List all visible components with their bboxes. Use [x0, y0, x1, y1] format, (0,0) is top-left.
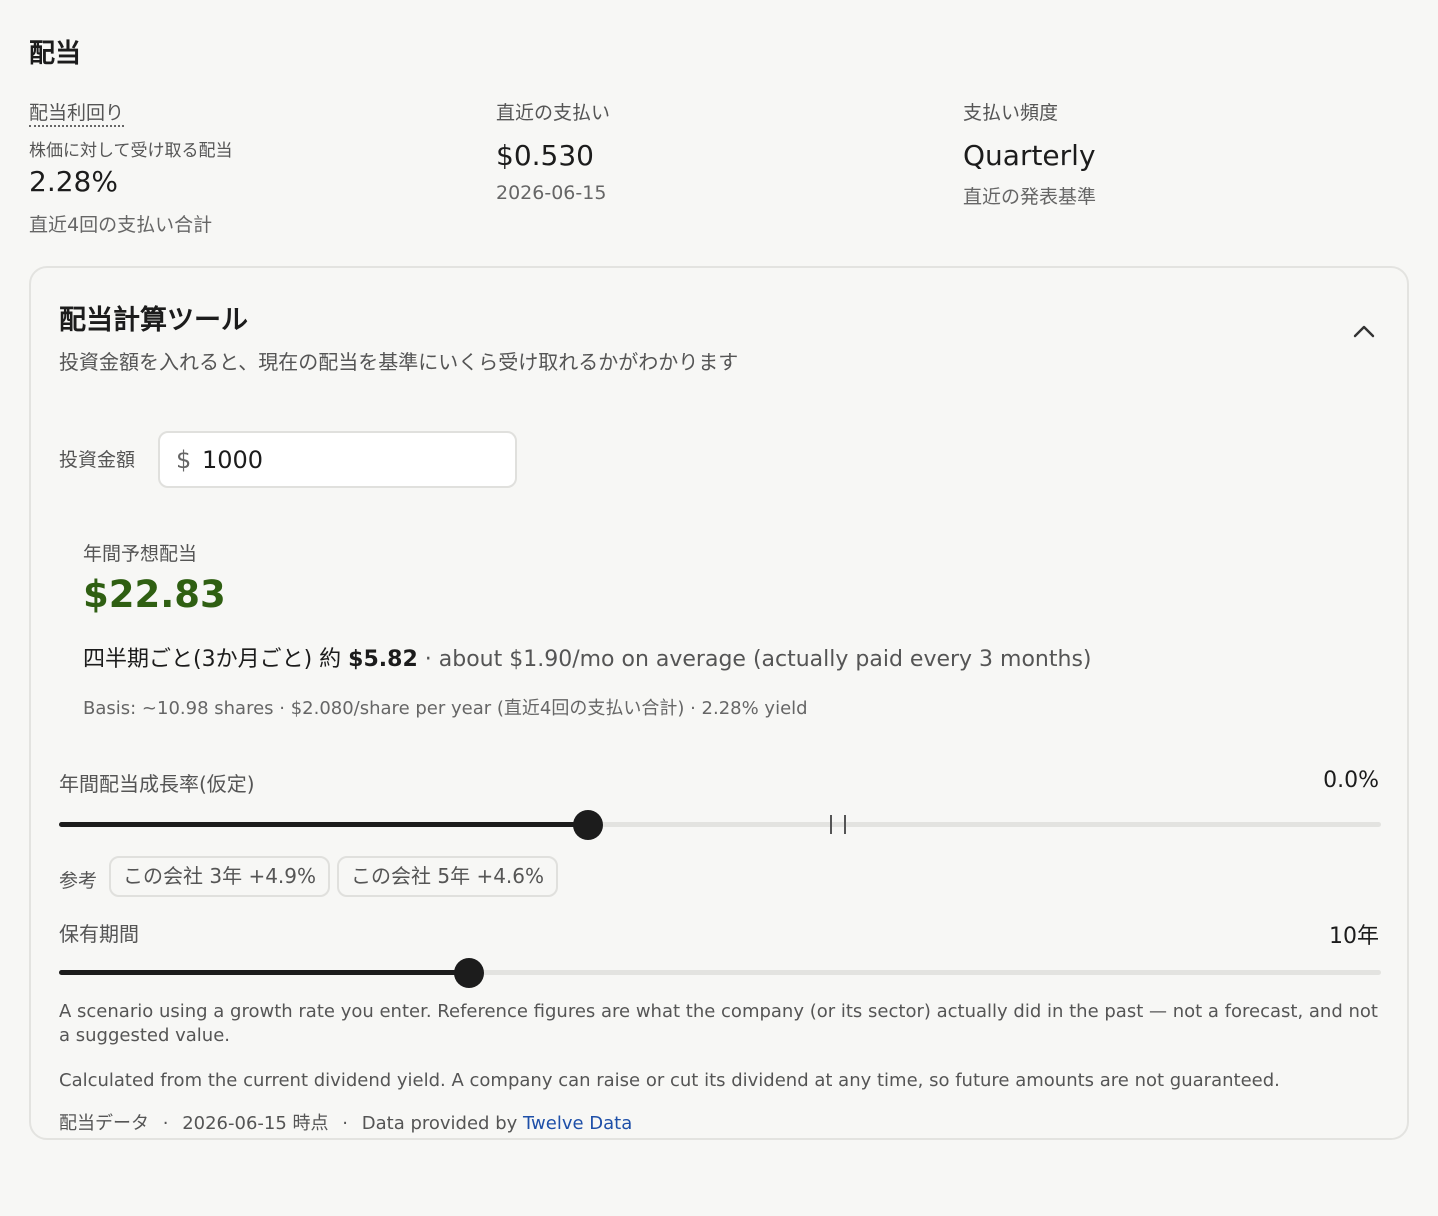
yield-label[interactable]: 配当利回り	[29, 98, 125, 127]
growth-rate-slider-thumb[interactable]	[572, 810, 603, 840]
reference-chip-5y[interactable]: この会社 5年 +4.6%	[337, 856, 559, 897]
scenario-note: A scenario using a growth rate you enter…	[59, 1001, 1378, 1046]
calculator-title[interactable]: 配当計算ツール	[59, 298, 248, 337]
reference-label: 参考	[59, 870, 98, 892]
dividend-calculator-card: 配当計算ツール 投資金額を入れると、現在の配当を基準にいくら受け取れるかがわかり…	[29, 266, 1409, 1140]
growth-rate-slider[interactable]	[59, 810, 1381, 840]
quarterly-suffix: · about $1.90/mo on average (actually pa…	[417, 647, 1092, 672]
footer-source: 配当データ	[59, 1113, 149, 1134]
data-footer: 配当データ · 2026-06-15 時点 · Data provided by…	[59, 1109, 632, 1135]
growth-rate-value: 0.0%	[1323, 768, 1379, 793]
footer-as-of: 2026-06-15 時点	[182, 1113, 329, 1134]
holding-period-slider-thumb[interactable]	[453, 958, 484, 988]
holding-period-value: 10年	[1329, 924, 1379, 949]
latest-payment-label: 直近の支払い	[496, 102, 611, 124]
twelve-data-link[interactable]: Twelve Data	[523, 1113, 632, 1134]
currency-symbol: $	[176, 446, 192, 474]
footer-separator: ·	[342, 1113, 349, 1134]
latest-payment-value: $0.530	[496, 139, 594, 172]
frequency-note: 直近の発表基準	[963, 186, 1097, 208]
growth-rate-label: 年間配当成長率(仮定)	[59, 772, 255, 796]
holding-period-slider[interactable]	[59, 958, 1381, 988]
reference-marker-3y	[830, 815, 832, 834]
frequency-value: Quarterly	[963, 139, 1096, 172]
amount-label: 投資金額	[59, 449, 136, 471]
amount-input[interactable]: $ 1000	[158, 431, 517, 488]
growth-rate-slider-fill	[59, 822, 588, 827]
annual-dividend-label: 年間予想配当	[83, 543, 198, 565]
reference-chip-3y[interactable]: この会社 3年 +4.9%	[109, 856, 331, 897]
annual-dividend-value: $22.83	[83, 573, 226, 616]
calculator-description: 投資金額を入れると、現在の配当を基準にいくら受け取れるかがわかります	[59, 350, 739, 374]
amount-value[interactable]: 1000	[202, 446, 263, 474]
yield-value: 2.28%	[29, 165, 118, 198]
holding-period-slider-fill	[59, 970, 469, 975]
quarterly-value: $5.82	[348, 647, 418, 672]
holding-period-label: 保有期間	[59, 922, 139, 946]
footer-provided-by: Data provided by	[361, 1113, 518, 1134]
basis-text: Basis: ~10.98 shares · $2.080/share per …	[83, 698, 808, 719]
footer-separator: ·	[162, 1113, 169, 1134]
chevron-up-icon[interactable]	[1353, 324, 1375, 338]
latest-payment-date: 2026-06-15	[496, 182, 607, 204]
yield-sublabel: 株価に対して受け取る配当	[29, 141, 233, 161]
reference-marker-5y	[844, 815, 846, 834]
yield-disclaimer: Calculated from the current dividend yie…	[59, 1070, 1280, 1091]
quarterly-summary: 四半期ごと(3か月ごと) 約 $5.82 · about $1.90/mo on…	[83, 641, 1092, 673]
quarterly-prefix: 四半期ごと(3か月ごと) 約	[83, 647, 342, 672]
yield-note: 直近4回の支払い合計	[29, 214, 213, 236]
section-title: 配当	[29, 39, 82, 69]
frequency-label: 支払い頻度	[963, 102, 1059, 124]
